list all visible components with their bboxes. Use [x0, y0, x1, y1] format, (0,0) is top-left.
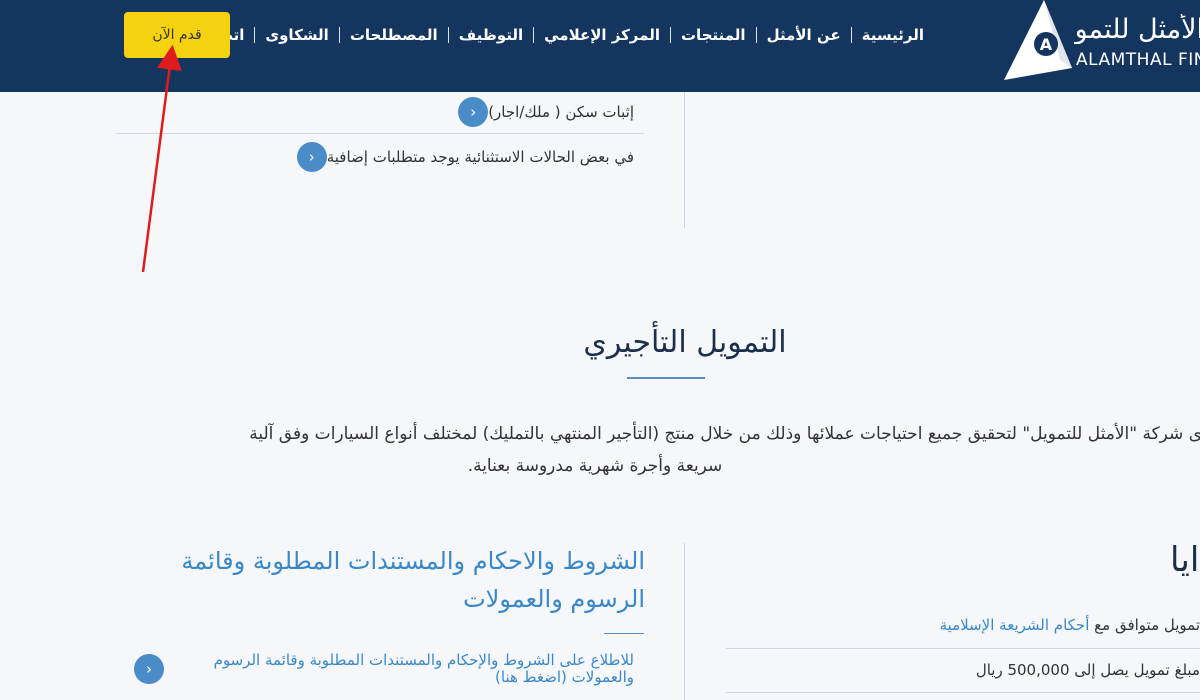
nav-products[interactable]: المنتجات: [671, 22, 756, 48]
svg-text:A: A: [1040, 35, 1053, 54]
terms-link[interactable]: للاطلاع على الشروط والإحكام والمستندات ا…: [164, 652, 634, 686]
chevron-left-icon: ‹: [134, 654, 164, 684]
nav-separator: [755, 27, 757, 43]
divider: [116, 133, 644, 134]
nav-separator: [669, 27, 671, 43]
nav-careers[interactable]: التوظيف: [449, 22, 533, 48]
advantages-heading: ايا: [1170, 540, 1200, 580]
advantage-item: تمويل متوافق مع أحكام الشريعة الإسلامية: [940, 616, 1200, 634]
list-item-text: إثبات سكن ( ملك/اجار): [488, 103, 634, 121]
logo-text-ar: الأمثل للتمويل: [1074, 14, 1200, 44]
terms-heading: الشروط والاحكام والمستندات المطلوبة وقائ…: [181, 547, 645, 613]
main-nav: الرئيسية عن الأمثل المنتجات المركز الإعل…: [173, 22, 934, 48]
description-line: ى شركة "الأمثل للتمويل" لتحقيق جميع احتي…: [249, 424, 1200, 444]
column-divider: [684, 543, 685, 700]
logo-text-en: ALAMTHAL FINANCE: [1076, 50, 1200, 70]
nav-separator: [447, 27, 449, 43]
list-item-text: في بعض الحالات الاستثنائية يوجد متطلبات …: [326, 148, 634, 166]
title-underline: [627, 377, 705, 379]
terms-link-row[interactable]: ‹ للاطلاع على الشروط والإحكام والمستندات…: [134, 652, 644, 686]
section-title: التمويل التأجيري: [583, 325, 787, 360]
sharia-link[interactable]: أحكام الشريعة الإسلامية: [940, 616, 1090, 634]
nav-about[interactable]: عن الأمثل: [757, 22, 851, 48]
heading-underline: [604, 633, 644, 634]
nav-home[interactable]: الرئيسية: [852, 22, 934, 48]
nav-glossary[interactable]: المصطلحات: [340, 22, 448, 48]
advantage-item: مبلغ تمويل يصل إلى 500,000 ريال: [975, 661, 1200, 679]
logo-icon[interactable]: A: [1000, 0, 1076, 82]
nav-complaints[interactable]: الشكاوى: [255, 22, 338, 48]
chevron-left-icon: ‹: [458, 97, 489, 127]
divider: [726, 692, 1200, 693]
nav-separator: [533, 27, 535, 43]
list-item: ‹ إثبات سكن ( ملك/اجار): [458, 97, 644, 127]
column-divider: [684, 92, 685, 228]
nav-separator: [850, 27, 852, 43]
nav-media-center[interactable]: المركز الإعلامي: [534, 22, 670, 48]
section-description: ى شركة "الأمثل للتمويل" لتحقيق جميع احتي…: [100, 418, 1200, 482]
nav-separator: [338, 27, 340, 43]
divider: [726, 648, 1200, 649]
site-header: A الأمثل للتمويل ALAMTHAL FINANCE الرئيس…: [0, 0, 1200, 92]
apply-now-button[interactable]: قدم الآن: [124, 12, 230, 58]
description-line: سريعة وأجرة شهرية مدروسة بعناية.: [467, 456, 723, 476]
list-item: ‹ في بعض الحالات الاستثنائية يوجد متطلبا…: [296, 142, 644, 172]
chevron-left-icon: ‹: [296, 142, 327, 172]
nav-separator: [254, 27, 256, 43]
advantage-text: تمويل متوافق مع: [1094, 616, 1200, 634]
